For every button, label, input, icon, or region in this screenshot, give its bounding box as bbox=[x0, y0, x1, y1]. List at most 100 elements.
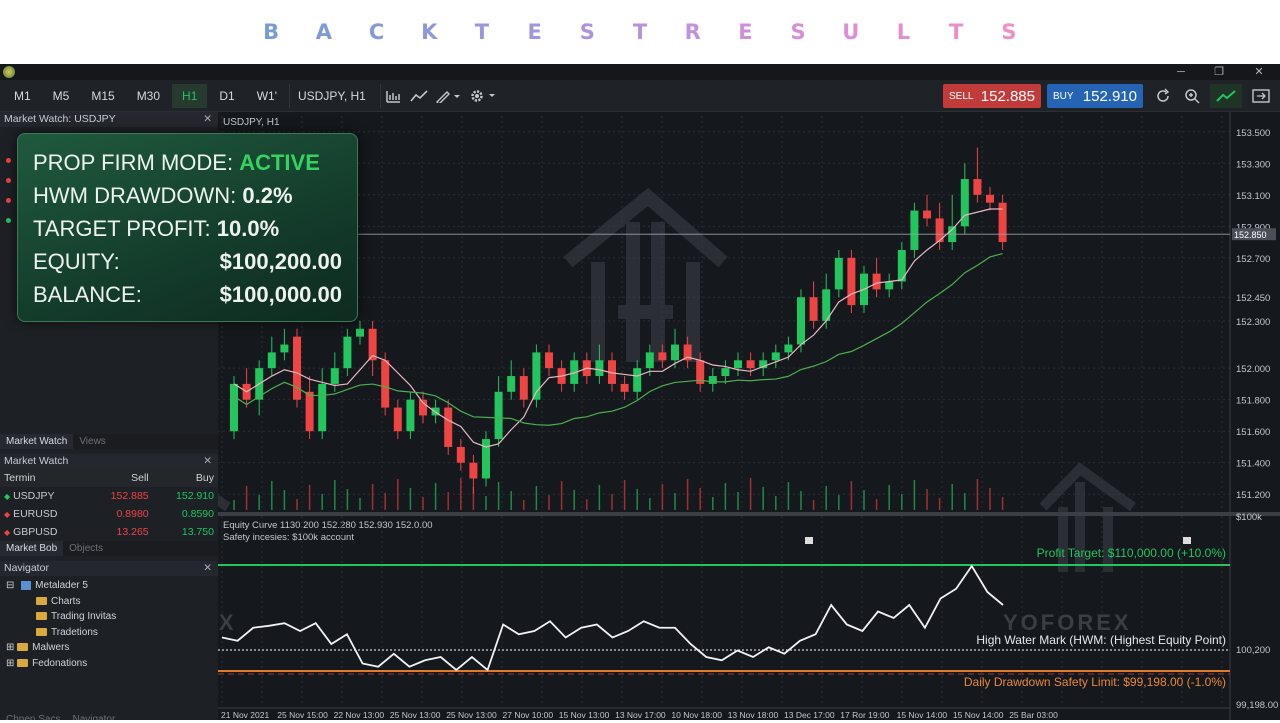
tab-market-watch[interactable]: Market Watch bbox=[0, 434, 74, 449]
nav-item-malwers[interactable]: ⊞ Malwers bbox=[6, 640, 218, 656]
banner-letter: C bbox=[368, 20, 385, 44]
watermark-text: YOFOREX bbox=[218, 610, 237, 635]
close-icon[interactable]: ✕ bbox=[1244, 64, 1274, 80]
candle-body bbox=[330, 368, 339, 384]
candle-body bbox=[645, 352, 654, 369]
chart-symbol-label: USDJPY, H1 bbox=[223, 117, 280, 128]
tab-chnen-sacs[interactable]: Chnen Sacs bbox=[0, 712, 66, 720]
status-dot-icon bbox=[6, 198, 11, 203]
nav-item-metalader[interactable]: ⊟ Metalader 5 bbox=[6, 578, 218, 594]
pane-divider bbox=[218, 512, 1280, 516]
market-watch-tabs: Market Bob Objects bbox=[0, 541, 218, 556]
nav-item-trading[interactable]: Trading Invitas bbox=[6, 609, 218, 625]
app-logo-icon bbox=[3, 66, 15, 78]
candle-body bbox=[519, 376, 528, 400]
market-watch-title: Market Watch bbox=[4, 455, 69, 467]
market-watch-top-tabs: Market Watch Views bbox=[0, 434, 218, 449]
balance-value: $100,000.00 bbox=[219, 282, 342, 307]
trend-up-icon[interactable] bbox=[1210, 83, 1242, 108]
table-row[interactable]: ◆ USDJPY 152.885 152.910 bbox=[0, 487, 218, 505]
candle-body bbox=[734, 360, 742, 369]
nav-item-tradetions[interactable]: Tradetions bbox=[6, 625, 218, 641]
candle-body bbox=[809, 297, 818, 321]
banner-letter: A bbox=[315, 20, 332, 44]
buy-value: 152.910 bbox=[176, 490, 214, 502]
chart-canvas[interactable]: 153.500153.300153.100152.900152.700152.4… bbox=[108, 112, 1280, 720]
symbol-name: EURUSD bbox=[13, 508, 58, 520]
screenshot-icon[interactable] bbox=[1248, 84, 1274, 108]
candle-body bbox=[986, 194, 994, 203]
profit-target-label: Profit Target: $110,000.00 (+10.0%) bbox=[1037, 546, 1226, 560]
timeframe-m1[interactable]: M1 bbox=[4, 84, 41, 108]
table-row[interactable]: ◆ EURUSD 0.8980 0.8590 bbox=[0, 505, 218, 523]
column-header-buy[interactable]: Buy bbox=[153, 469, 218, 487]
bar-chart-icon[interactable] bbox=[379, 83, 406, 108]
equity-title: Equity Curve 1130.200 152.280 152.930 15… bbox=[223, 520, 433, 531]
hwm-label: High Water Mark (HWM: (Highest Equity Po… bbox=[976, 633, 1226, 647]
refresh-icon[interactable] bbox=[1150, 84, 1176, 108]
market-watch-top-title: Market Watch: USDJPY bbox=[4, 113, 116, 125]
close-icon[interactable]: ✕ bbox=[203, 561, 212, 576]
candle-body bbox=[293, 336, 301, 400]
time-axis-tick: 13 Nov 17:00 bbox=[615, 710, 666, 720]
restore-icon[interactable]: ❐ bbox=[1204, 64, 1234, 80]
folder-icon bbox=[17, 658, 29, 667]
price-axis-tick: 151.800 bbox=[1236, 396, 1270, 407]
minimize-icon[interactable]: ─ bbox=[1166, 64, 1196, 80]
draw-tool-icon[interactable] bbox=[432, 84, 466, 108]
market-watch-table: Termin Sell Buy ◆ USDJPY 152.885 152.910… bbox=[0, 469, 218, 541]
banner-letter: T bbox=[474, 20, 490, 44]
line-chart-icon[interactable] bbox=[406, 84, 432, 108]
sell-button[interactable]: SELL 152.885 bbox=[943, 84, 1041, 108]
close-icon[interactable]: ✕ bbox=[203, 112, 212, 127]
folder-icon bbox=[36, 596, 47, 605]
chart-area[interactable]: 153.500 153.300 153.100 152.900 152.700 152.4… bbox=[108, 112, 1280, 720]
sell-value: 0.8980 bbox=[116, 508, 149, 520]
candle-body bbox=[267, 352, 276, 369]
buy-button[interactable]: BUY 152.910 bbox=[1047, 84, 1143, 108]
table-row[interactable]: ◆ GBPUSD 13.265 13.750 bbox=[0, 523, 218, 541]
settings-gear-icon[interactable] bbox=[466, 84, 502, 108]
timeframe-m30[interactable]: M30 bbox=[127, 84, 170, 108]
price-axis-tick: 152.700 bbox=[1236, 254, 1270, 265]
folder-icon bbox=[36, 612, 47, 621]
tab-navigator[interactable]: Navigator bbox=[66, 712, 121, 720]
buy-price: 152.910 bbox=[1082, 87, 1137, 105]
price-axis-tick: 151.400 bbox=[1236, 459, 1270, 470]
symbol-selector[interactable]: USDJPY, H1 bbox=[289, 83, 374, 108]
close-icon[interactable]: ✕ bbox=[203, 454, 212, 469]
time-axis-tick: 13 Nov 18:00 bbox=[728, 710, 779, 720]
tab-views[interactable]: Views bbox=[73, 434, 112, 449]
timeframe-m15[interactable]: M15 bbox=[81, 84, 124, 108]
timeframe-d1[interactable]: D1 bbox=[209, 84, 244, 108]
tab-market-bob[interactable]: Market Bob bbox=[0, 541, 64, 556]
equity-label: EQUITY: bbox=[33, 249, 120, 274]
navigator-header: Navigator ✕ bbox=[0, 561, 218, 576]
price-axis-tick: 152.300 bbox=[1236, 317, 1270, 328]
timeframe-m5[interactable]: M5 bbox=[43, 84, 80, 108]
column-header-sell[interactable]: Sell bbox=[87, 469, 152, 487]
symbol-name: GBPUSD bbox=[13, 526, 58, 538]
nav-item-charts[interactable]: Charts bbox=[6, 594, 218, 610]
timeframe-w1[interactable]: W1' bbox=[247, 84, 287, 108]
banner-letter: R bbox=[684, 20, 701, 44]
buy-label: BUY bbox=[1053, 90, 1074, 102]
candle-body bbox=[507, 376, 516, 392]
column-header-symbol[interactable]: Termin bbox=[0, 469, 87, 487]
zoom-icon[interactable] bbox=[1179, 84, 1205, 108]
folder-icon bbox=[36, 627, 47, 636]
candle-body bbox=[771, 352, 780, 361]
mode-label: PROP FIRM MODE: bbox=[33, 150, 234, 175]
price-axis-tick: 152.450 bbox=[1236, 293, 1270, 304]
target-value: 10.0% bbox=[216, 216, 280, 241]
candle-body bbox=[393, 407, 402, 432]
trade-marker bbox=[1183, 537, 1191, 544]
hwm-row: HWM DRAWDOWN: 0.2% bbox=[33, 179, 342, 212]
candle-body bbox=[620, 383, 629, 392]
tab-objects[interactable]: Objects bbox=[63, 541, 109, 556]
mode-value: ACTIVE bbox=[239, 150, 320, 175]
nav-item-fedonations[interactable]: ⊞ Fedonations bbox=[6, 656, 218, 672]
equity-value: $100,200.00 bbox=[219, 249, 342, 274]
timeframe-h1[interactable]: H1 bbox=[172, 83, 208, 108]
candle-body bbox=[847, 257, 856, 306]
